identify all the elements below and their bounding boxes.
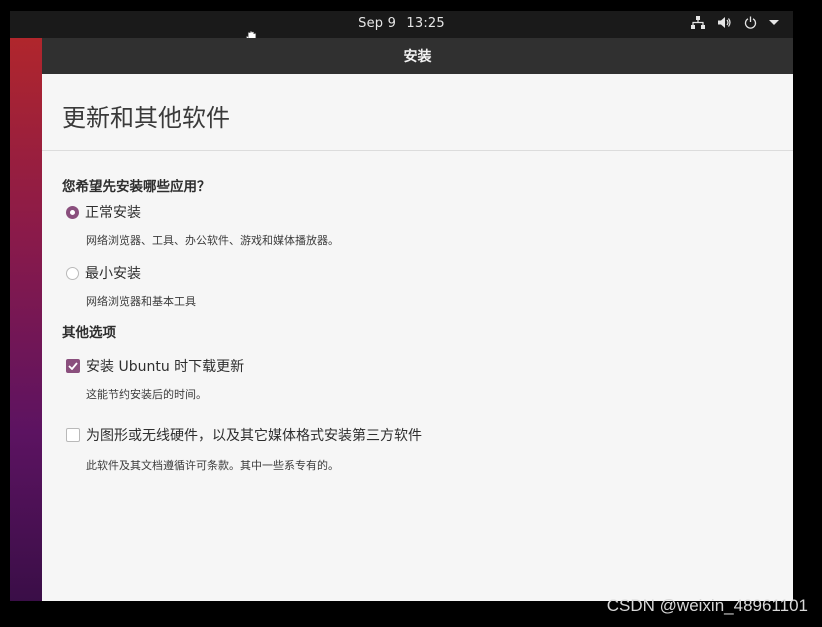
window-title: 安装 [403,49,432,65]
desktop-wallpaper [10,38,42,601]
top-bar: Sep 9 13:25 [10,11,793,38]
clock[interactable]: Sep 9 13:25 [10,16,793,31]
checkbox-checked-icon[interactable] [66,359,80,373]
network-icon[interactable] [691,16,705,29]
system-tray[interactable] [691,16,779,29]
minimal-install-radio[interactable]: 最小安装 [62,262,773,284]
download-updates-checkbox[interactable]: 安装 Ubuntu 时下载更新 [62,355,773,377]
options-panel: 您希望先安装哪些应用？ 正常安装 网络浏览器、工具、办公软件、游戏和媒体播放器。… [42,151,793,473]
download-updates-label: 安装 Ubuntu 时下载更新 [86,359,245,375]
install-type-question: 您希望先安装哪些应用？ [62,179,211,195]
normal-install-radio[interactable]: 正常安装 [62,201,773,223]
minimal-install-label: 最小安装 [85,266,141,282]
power-icon[interactable] [744,16,757,29]
watermark: CSDN @weixin_48961101 [606,596,808,615]
clock-time: 13:25 [406,16,445,31]
clock-date: Sep 9 [358,16,397,31]
radio-selected-icon[interactable] [66,205,79,219]
minimal-install-description: 网络浏览器和基本工具 [86,295,196,308]
normal-install-label: 正常安装 [85,205,141,221]
download-updates-description: 这能节约安装后的时间。 [86,388,207,401]
normal-install-description: 网络浏览器、工具、办公软件、游戏和媒体播放器。 [86,234,339,247]
checkbox-unchecked-icon[interactable] [66,428,80,442]
window-titlebar[interactable]: 安装 [42,38,793,74]
menu-arrow-icon[interactable] [769,19,779,26]
other-options-heading: 其他选项 [62,325,116,341]
third-party-software-checkbox[interactable]: 为图形或无线硬件，以及其它媒体格式安装第三方软件 [62,424,773,446]
radio-unselected-icon[interactable] [66,266,79,280]
installer-window: 安装 更新和其他软件 您希望先安装哪些应用？ 正常安装 网络浏览器、工具、办公软… [42,38,793,601]
third-party-software-description: 此软件及其文档遵循许可条款。其中一些系专有的。 [86,459,339,472]
page-title: 更新和其他软件 [62,104,230,132]
volume-icon[interactable] [717,16,732,29]
desktop-screen: Sep 9 13:25 安装 更新和其他软件 您希望先安装哪些应用？ 正常安装 … [10,11,793,601]
third-party-software-label: 为图形或无线硬件，以及其它媒体格式安装第三方软件 [86,428,422,444]
